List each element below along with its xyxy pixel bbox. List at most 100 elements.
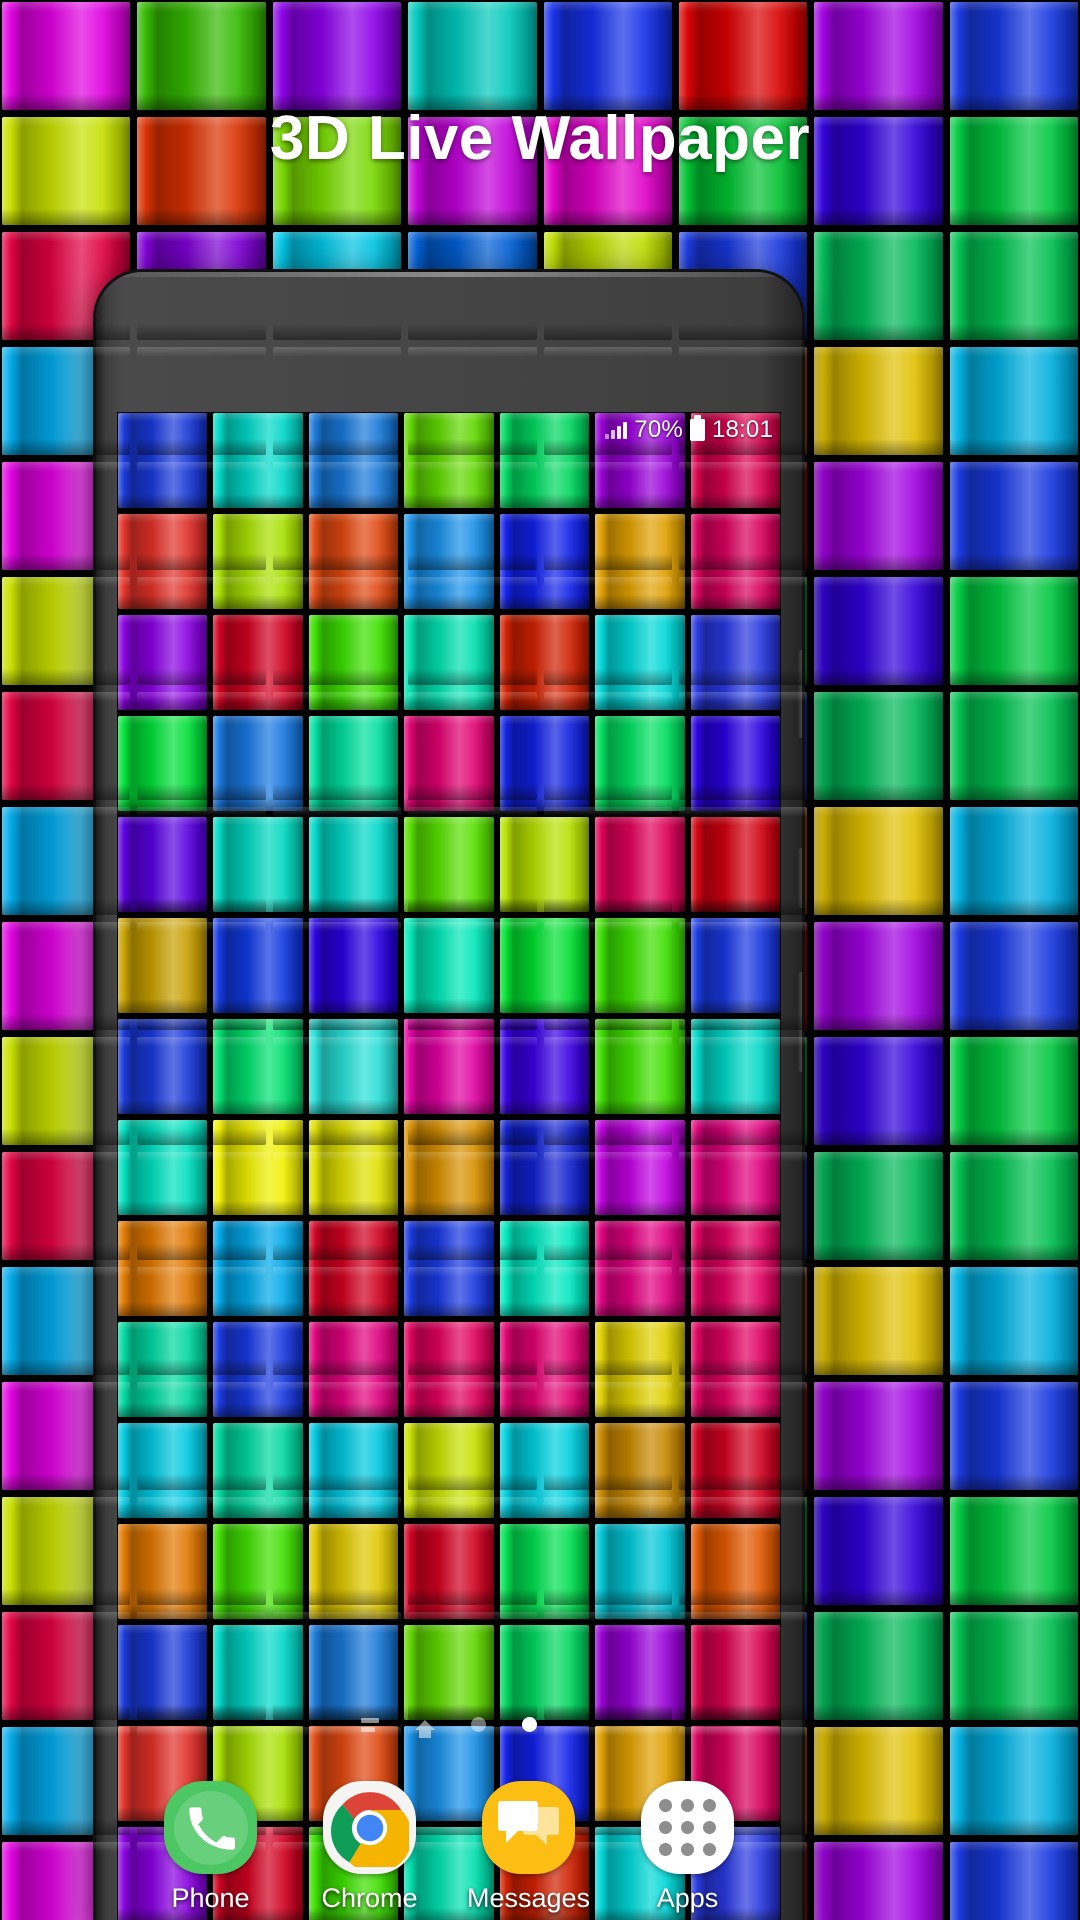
wallpaper-tile: [690, 514, 780, 609]
phone-icon[interactable]: [164, 1781, 257, 1874]
wallpaper-tile: [308, 514, 399, 609]
wallpaper-tile: [814, 1842, 943, 1920]
wallpaper-tile: [404, 1423, 494, 1518]
wallpaper-tile: [949, 922, 1078, 1030]
dock-item-chrome[interactable]: Chrome: [300, 1781, 440, 1914]
wallpaper-tile: [949, 2, 1078, 110]
wallpaper-tile: [118, 1019, 208, 1114]
wallpaper-tile: [949, 1267, 1078, 1375]
page-indicator: [117, 1717, 781, 1738]
volume-button[interactable]: [798, 650, 802, 738]
wallpaper-tile: [949, 232, 1078, 340]
wallpaper-tile: [213, 1221, 303, 1316]
wallpaper-tile: [499, 514, 590, 609]
chrome-icon[interactable]: [323, 1781, 416, 1874]
wallpaper-tile: [814, 922, 943, 1030]
battery-percent-label: 70%: [634, 416, 683, 443]
wallpaper-tile: [595, 1423, 685, 1518]
wallpaper-tile: [118, 716, 208, 811]
power-button[interactable]: [798, 848, 802, 908]
wallpaper-tile: [118, 1322, 208, 1417]
wallpaper-tile: [499, 817, 590, 912]
wallpaper-tile: [137, 2, 266, 110]
wallpaper-tile: [949, 1382, 1078, 1490]
wallpaper-tile: [499, 1322, 590, 1417]
page-dot-icon-active[interactable]: [522, 1717, 537, 1732]
wallpaper-tile: [690, 1423, 780, 1518]
wallpaper-tile: [213, 1524, 303, 1619]
wallpaper-tile: [949, 347, 1078, 455]
wallpaper-tile: [118, 615, 208, 710]
list-lines-icon[interactable]: [361, 1717, 379, 1732]
wallpaper-tile: [499, 1019, 590, 1114]
wallpaper-tile: [213, 716, 303, 811]
wallpaper-tile: [404, 817, 494, 912]
page-dot-icon[interactable]: [471, 1717, 486, 1732]
dock-item-phone[interactable]: Phone: [141, 1781, 281, 1914]
wallpaper-tile: [595, 1322, 685, 1417]
wallpaper-tile: [949, 1842, 1078, 1920]
wallpaper-tile: [543, 2, 672, 110]
wallpaper-tile: [949, 1037, 1078, 1145]
wallpaper-tile: [690, 716, 780, 811]
wallpaper-tile: [499, 1120, 590, 1215]
wallpaper-tile: [690, 1625, 780, 1720]
wallpaper-tile: [949, 1727, 1078, 1835]
wallpaper-tile: [814, 1037, 943, 1145]
wallpaper-tile: [499, 1625, 590, 1720]
wallpaper-tile: [308, 1423, 399, 1518]
wallpaper-tile: [404, 1625, 494, 1720]
messages-icon[interactable]: [482, 1781, 575, 1874]
wallpaper-tile: [949, 1612, 1078, 1720]
wallpaper-tile: [814, 1727, 943, 1835]
wallpaper-tile: [814, 807, 943, 915]
bixby-button[interactable]: [798, 972, 802, 1072]
wallpaper-tile: [814, 692, 943, 800]
wallpaper-tile: [949, 462, 1078, 570]
wallpaper-tile: [118, 514, 208, 609]
wallpaper-tile: [595, 514, 685, 609]
wallpaper-tile: [690, 1524, 780, 1619]
wallpaper-tile: [499, 615, 590, 710]
wallpaper-tile: [404, 514, 494, 609]
wallpaper-tile: [118, 1423, 208, 1518]
phone-bezel-highlight: [96, 272, 802, 277]
wallpaper-tile: [213, 918, 303, 1013]
wallpaper-tile: [308, 1625, 399, 1720]
wallpaper-tile: [408, 2, 537, 110]
wallpaper-tile: [690, 817, 780, 912]
wallpaper-tile: [308, 817, 399, 912]
wallpaper-tile: [499, 1524, 590, 1619]
wallpaper-tile: [404, 716, 494, 811]
home-screen-wallpaper: [117, 412, 781, 1920]
handset-glyph: [188, 1806, 235, 1850]
messages-glyph: [497, 1800, 559, 1845]
wallpaper-tile: [814, 232, 943, 340]
wallpaper-tile: [690, 1019, 780, 1114]
dock-item-apps[interactable]: Apps: [618, 1781, 758, 1914]
wallpaper-tile: [308, 615, 399, 710]
wallpaper-tile: [118, 918, 208, 1013]
wallpaper-tile: [404, 1221, 494, 1316]
wallpaper-tile: [814, 1152, 943, 1260]
home-icon[interactable]: [415, 1719, 435, 1738]
wallpaper-tile: [814, 1382, 943, 1490]
phone-device-mockup: 70% 18:01 Phone Chrome Messages Apps: [96, 272, 802, 1920]
wallpaper-tile: [949, 692, 1078, 800]
wallpaper-tile: [595, 615, 685, 710]
wallpaper-tile: [118, 1120, 208, 1215]
wallpaper-tile: [404, 1322, 494, 1417]
dock-item-messages[interactable]: Messages: [459, 1781, 599, 1914]
wallpaper-tile: [690, 1221, 780, 1316]
wallpaper-tile: [690, 615, 780, 710]
apps-grid-icon[interactable]: [641, 1781, 734, 1874]
app-screenshot: 3D Live Wallpaper 70% 18:01 Phone Chrome…: [0, 0, 1080, 1920]
wallpaper-tile: [118, 1524, 208, 1619]
wallpaper-tile: [213, 514, 303, 609]
wallpaper-tile: [404, 1524, 494, 1619]
wallpaper-tile: [404, 1120, 494, 1215]
wallpaper-tile: [595, 817, 685, 912]
wallpaper-tile: [690, 918, 780, 1013]
wallpaper-tile: [308, 1524, 399, 1619]
page-title: 3D Live Wallpaper: [269, 104, 811, 173]
